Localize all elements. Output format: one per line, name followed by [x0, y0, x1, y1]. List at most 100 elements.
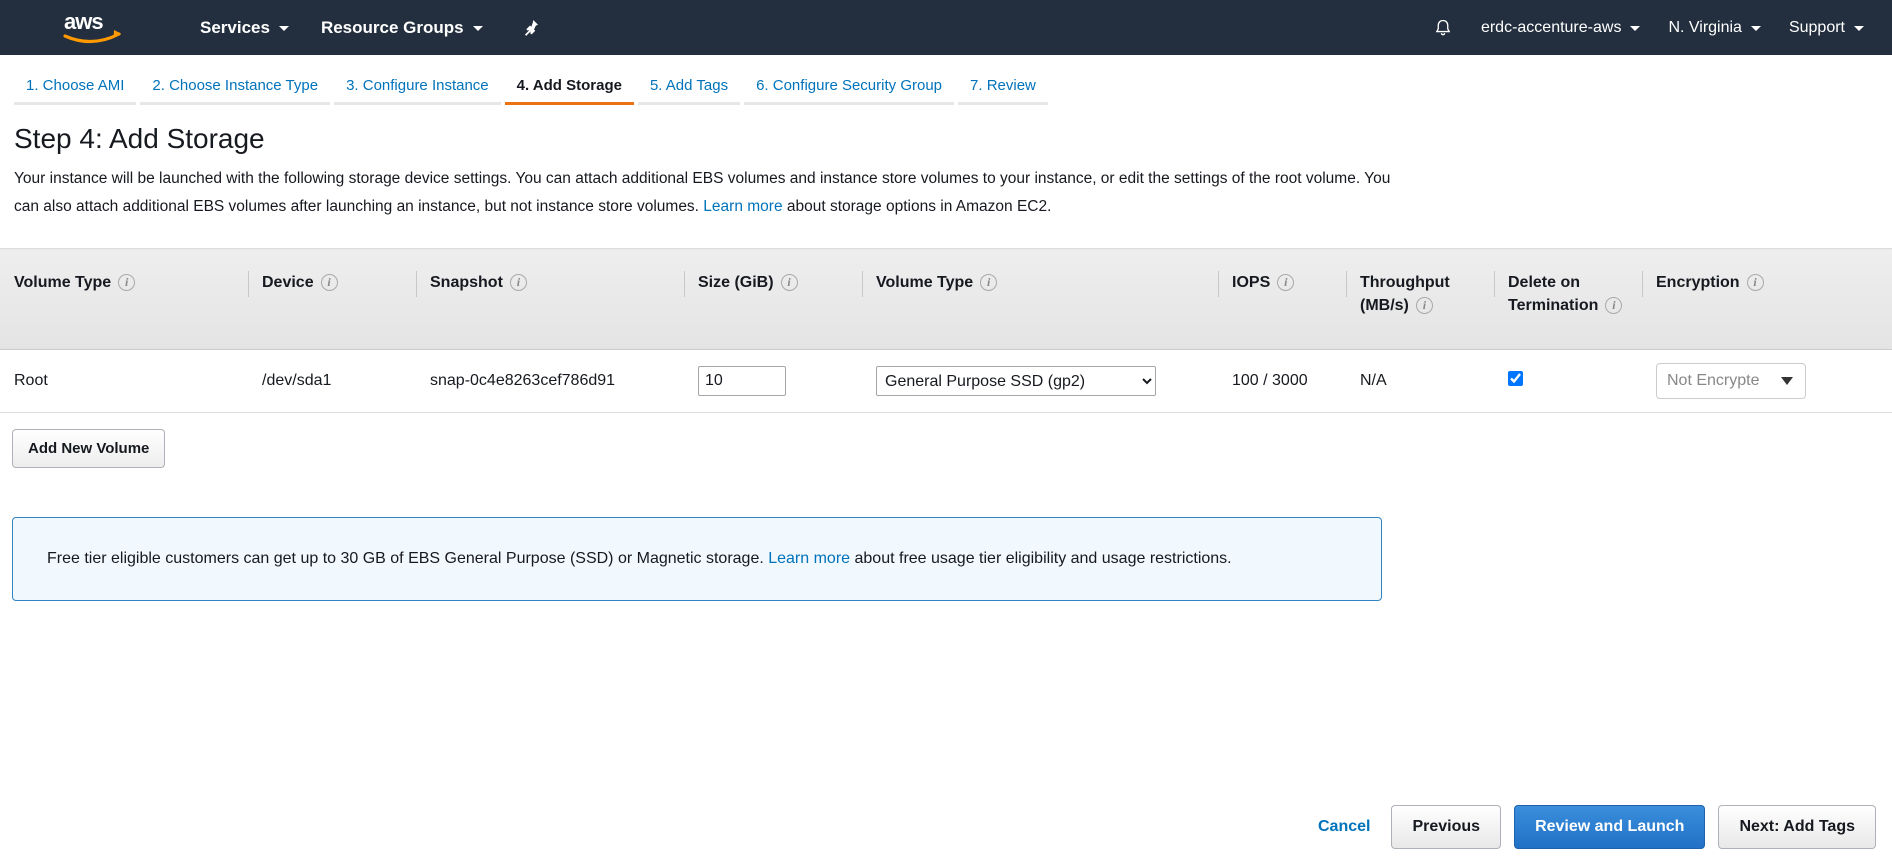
step-tab-7[interactable]: 7. Review	[956, 77, 1050, 105]
info-icon[interactable]: i	[980, 274, 997, 291]
add-new-volume-button[interactable]: Add New Volume	[12, 429, 165, 468]
nav-right-group: erdc-accenture-aws N. Virginia Support	[1419, 0, 1878, 55]
review-and-launch-button[interactable]: Review and Launch	[1514, 805, 1705, 849]
size-input[interactable]	[698, 366, 786, 396]
info-icon[interactable]: i	[1277, 274, 1294, 291]
next-add-tags-button[interactable]: Next: Add Tags	[1718, 805, 1876, 849]
chevron-down-icon	[1781, 377, 1793, 385]
nav-services-label: Services	[200, 18, 270, 38]
step-tab-1-label: 1. Choose AMI	[26, 77, 124, 94]
header-snapshot-label: Snapshot	[430, 274, 503, 291]
nav-support-label: Support	[1789, 19, 1845, 37]
add-new-volume-container: Add New Volume	[12, 429, 1892, 468]
step-tab-5-label: 5. Add Tags	[650, 77, 728, 94]
step-tab-5[interactable]: 5. Add Tags	[636, 77, 742, 105]
nav-region-label: N. Virginia	[1668, 19, 1742, 37]
header-volume-type-label: Volume Type	[14, 274, 111, 291]
step-tab-4[interactable]: 4. Add Storage	[503, 77, 636, 105]
cell-volume-type-select: General Purpose SSD (gp2)	[862, 350, 1218, 413]
free-tier-learn-more-link[interactable]: Learn more	[768, 550, 850, 567]
encryption-select-value: Not Encrypte	[1667, 372, 1759, 390]
chevron-down-icon	[1630, 26, 1640, 31]
nav-left-group: aws Services Resource Groups	[20, 0, 540, 55]
volume-type-select[interactable]: General Purpose SSD (gp2)	[876, 366, 1156, 396]
step-tab-6-label: 6. Configure Security Group	[756, 77, 942, 94]
description-text-part2: about storage options in Amazon EC2.	[783, 198, 1052, 215]
info-icon[interactable]: i	[118, 274, 135, 291]
cell-size	[684, 350, 862, 413]
step-underline	[140, 102, 330, 105]
nav-resource-groups-label: Resource Groups	[321, 18, 464, 38]
step-tab-1[interactable]: 1. Choose AMI	[12, 77, 138, 105]
nav-region-menu[interactable]: N. Virginia	[1654, 0, 1775, 55]
header-size-label: Size (GiB)	[698, 274, 774, 291]
step-underline	[334, 102, 501, 105]
step-tab-3-label: 3. Configure Instance	[346, 77, 489, 94]
cell-snapshot: snap-0c4e8263cef786d91	[416, 350, 684, 413]
storage-learn-more-link[interactable]: Learn more	[703, 198, 782, 215]
header-throughput-label: Throughput (MB/s)	[1360, 274, 1450, 314]
aws-logo[interactable]: aws	[62, 8, 124, 48]
info-icon[interactable]: i	[1605, 297, 1622, 314]
nav-services[interactable]: Services	[184, 0, 305, 55]
wizard-footer: Cancel Previous Review and Launch Next: …	[0, 795, 1892, 859]
storage-table-header-row: Volume Typei Devicei Snapshoti Size (GiB…	[0, 249, 1892, 350]
header-device-col: Devicei	[248, 249, 416, 350]
info-icon[interactable]: i	[1416, 297, 1433, 314]
previous-button[interactable]: Previous	[1391, 805, 1501, 849]
step-underline	[14, 102, 136, 105]
step-underline	[958, 102, 1048, 105]
chevron-down-icon	[1751, 26, 1761, 31]
cell-volume-type: Root	[0, 350, 248, 413]
cancel-button[interactable]: Cancel	[1318, 818, 1370, 836]
top-navigation-bar: aws Services Resource Groups erd	[0, 0, 1892, 55]
header-delete-on-termination-col: Delete on Terminationi	[1494, 249, 1642, 350]
chevron-down-icon	[1854, 26, 1864, 31]
header-volume-type-col: Volume Type i	[0, 249, 248, 350]
svg-text:aws: aws	[64, 9, 103, 34]
info-icon[interactable]: i	[1747, 274, 1764, 291]
storage-table-head: Volume Typei Devicei Snapshoti Size (GiB…	[0, 249, 1892, 350]
storage-table-body: Root /dev/sda1 snap-0c4e8263cef786d91 Ge…	[0, 350, 1892, 413]
step-underline	[744, 102, 954, 105]
info-icon[interactable]: i	[321, 274, 338, 291]
encryption-select[interactable]: Not Encrypte	[1656, 363, 1806, 399]
bell-icon[interactable]	[1419, 17, 1467, 39]
step-underline	[638, 102, 740, 105]
header-volume-type-select-col: Volume Type i	[862, 249, 1218, 350]
cell-delete-on-termination	[1494, 350, 1642, 413]
step-tab-2[interactable]: 2. Choose Instance Type	[138, 77, 332, 105]
step-tab-6[interactable]: 6. Configure Security Group	[742, 77, 956, 105]
info-icon[interactable]: i	[781, 274, 798, 291]
step-underline-active	[505, 102, 634, 105]
cell-encryption: Not Encrypte	[1642, 350, 1892, 413]
step-tab-2-label: 2. Choose Instance Type	[152, 77, 318, 94]
bell-icon-svg	[1433, 17, 1453, 39]
nav-support-menu[interactable]: Support	[1775, 0, 1878, 55]
header-encryption-col: Encryptioni	[1642, 249, 1892, 350]
free-tier-callout: Free tier eligible customers can get up …	[12, 517, 1382, 601]
nav-account-label: erdc-accenture-aws	[1481, 19, 1622, 37]
info-icon[interactable]: i	[510, 274, 527, 291]
callout-text-part2: about free usage tier eligibility and us…	[850, 550, 1232, 567]
step-tab-4-label: 4. Add Storage	[517, 77, 622, 94]
delete-on-termination-checkbox[interactable]	[1508, 371, 1523, 386]
header-iops-col: IOPSi	[1218, 249, 1346, 350]
header-size-col: Size (GiB) i	[684, 249, 862, 350]
pin-icon-svg	[521, 18, 540, 37]
main-content: Step 4: Add Storage Your instance will b…	[0, 123, 1892, 221]
header-throughput-col: Throughput (MB/s)i	[1346, 249, 1494, 350]
wizard-step-tabs: 1. Choose AMI 2. Choose Instance Type 3.…	[0, 55, 1892, 105]
nav-resource-groups[interactable]: Resource Groups	[305, 0, 499, 55]
storage-table-container: Volume Typei Devicei Snapshoti Size (GiB…	[0, 248, 1892, 413]
header-device-label: Device	[262, 274, 314, 291]
chevron-down-icon	[473, 26, 483, 31]
callout-text-part1: Free tier eligible customers can get up …	[47, 550, 768, 567]
nav-account-menu[interactable]: erdc-accenture-aws	[1467, 0, 1655, 55]
step-tab-3[interactable]: 3. Configure Instance	[332, 77, 503, 105]
header-volume-type-select-label: Volume Type	[876, 274, 973, 291]
page-description: Your instance will be launched with the …	[14, 165, 1404, 221]
aws-logo-svg: aws	[62, 8, 124, 48]
pin-icon[interactable]	[521, 18, 540, 37]
cell-throughput: N/A	[1346, 350, 1494, 413]
